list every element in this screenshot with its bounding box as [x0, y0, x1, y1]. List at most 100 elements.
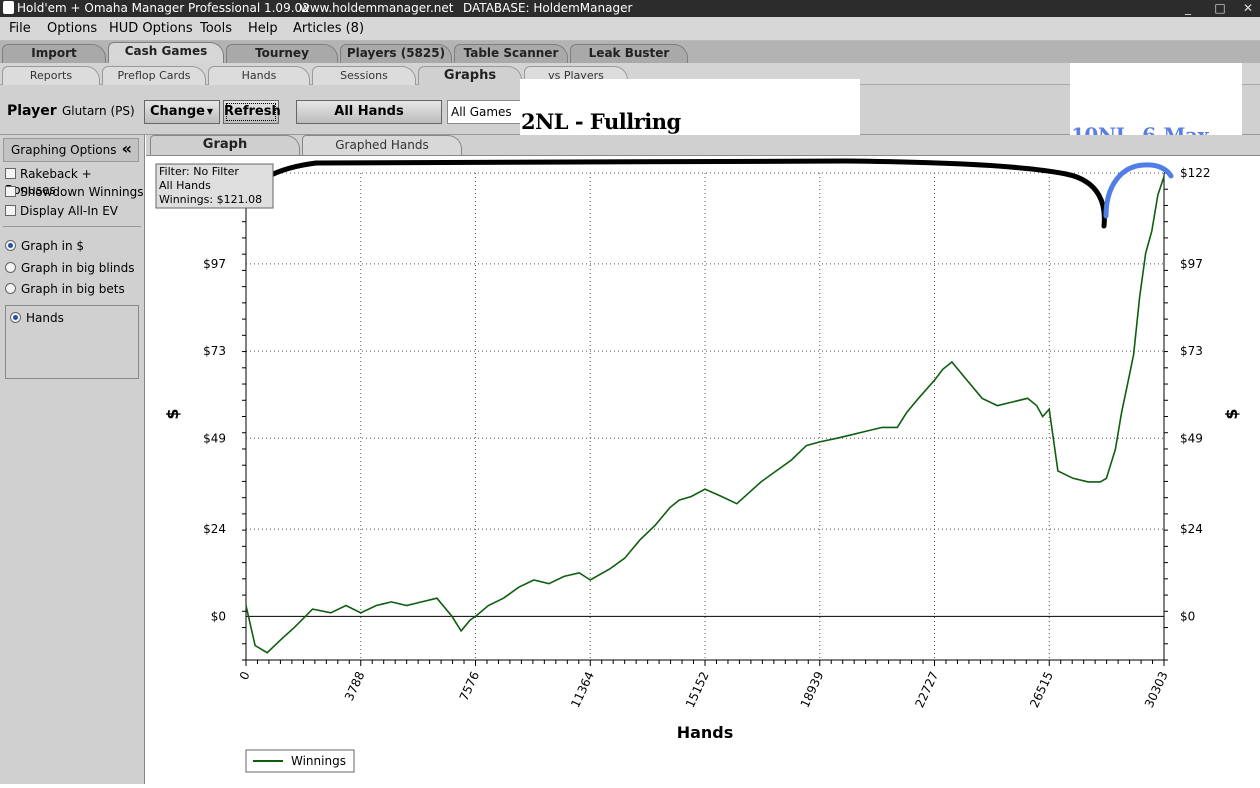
graph-tab-bar: Graph Graphed Hands [146, 135, 1260, 155]
showdown-winnings-label: Showdown Winnings [20, 185, 144, 199]
tab-players[interactable]: Players (5825) [340, 44, 452, 63]
radio-selected-icon [5, 240, 16, 251]
radio-selected-icon [10, 312, 21, 323]
chart-legend: Winnings [245, 749, 355, 773]
y-tick-label-right: $49 [1180, 431, 1203, 445]
x-tick-label: 3788 [342, 669, 368, 703]
all-in-ev-label: Display All-In EV [20, 204, 119, 218]
player-label: Player [7, 103, 57, 119]
graph-in-big-blinds-radio[interactable]: Graph in big blinds [5, 260, 135, 276]
x-tick-label: 15152 [683, 669, 712, 710]
tab-leak-buster[interactable]: Leak Buster [570, 44, 688, 63]
hands-label: Hands [26, 311, 64, 325]
tab-preflop-cards[interactable]: Preflop Cards [102, 66, 206, 85]
tab-import[interactable]: Import [2, 44, 106, 63]
change-label: Change [150, 104, 205, 119]
window-title: Hold'em + Omaha Manager Professional 1.0… [17, 1, 310, 15]
all-hands-button[interactable]: All Hands [296, 100, 442, 124]
filter-info-box: Filter: No Filter All Hands Winnings: $1… [155, 163, 274, 209]
refresh-button[interactable]: Refresh [223, 100, 281, 124]
graphing-options-panel: Graphing Options « Rakeback + Bonuses Sh… [0, 135, 145, 784]
graph-panel: 0 3788 7576 11364 15152 18939 22727 26515 30303 … [146, 155, 1260, 784]
y-tick-labels-right: $0 $24 $49 $73 $97 $122 [1180, 166, 1211, 623]
chart-grid [245, 172, 1165, 660]
checkbox-icon [5, 186, 16, 197]
y-tick-label-left: $73 [203, 344, 226, 358]
hands-radio[interactable]: Hands [10, 310, 64, 326]
graph-in-dollars-radio[interactable]: Graph in $ [5, 238, 84, 254]
divider [3, 226, 141, 227]
close-icon[interactable]: ✕ [1238, 0, 1258, 17]
graph-in-dollars-label: Graph in $ [21, 239, 85, 253]
menu-bar: File Options HUD Options Tools Help Arti… [0, 17, 1260, 41]
title-bar: Hold'em + Omaha Manager Professional 1.0… [0, 0, 1260, 17]
graph-in-big-bets-label: Graph in big bets [21, 282, 125, 296]
menu-tools[interactable]: Tools [200, 17, 232, 41]
x-axis-label: Hands [677, 723, 734, 742]
rakeback-checkbox[interactable]: Rakeback + Bonuses [5, 166, 144, 197]
annotation-2nl-label: 2NL - Fullring [521, 109, 681, 134]
checkbox-icon [5, 205, 16, 216]
y-tick-label-left: $49 [203, 431, 226, 445]
legend-label: Winnings [291, 754, 346, 768]
all-in-ev-checkbox[interactable]: Display All-In EV [5, 203, 118, 219]
collapse-icon[interactable]: « [122, 139, 132, 158]
y-tick-label-left: $24 [203, 522, 226, 536]
x-tick-label: 30303 [1142, 669, 1171, 710]
minimize-icon[interactable]: _ [1178, 0, 1198, 17]
filter-winnings-line: Winnings: $121.08 [159, 193, 262, 206]
tab-reports[interactable]: Reports [2, 66, 100, 85]
menu-options[interactable]: Options [47, 17, 97, 41]
tab-hands[interactable]: Hands [208, 66, 310, 85]
tab-tourney[interactable]: Tourney [226, 44, 338, 63]
graphing-options-header: Graphing Options « [3, 138, 139, 162]
website-url: www.holdemmanager.net [300, 1, 454, 15]
filter-hands-line: All Hands [159, 179, 211, 192]
app-icon [3, 1, 14, 14]
y-tick-label-right: $0 [1180, 609, 1195, 623]
y-tick-label-left: $0 [211, 609, 226, 623]
annotation-black-stroke [237, 158, 1107, 229]
x-tick-label: 7576 [457, 669, 483, 703]
tab-sessions[interactable]: Sessions [312, 66, 416, 85]
tab-table-scanner[interactable]: Table Scanner [454, 44, 568, 63]
radio-icon [5, 283, 16, 294]
y-tick-label-right: $73 [1180, 344, 1203, 358]
y-tick-label-right: $122 [1180, 166, 1211, 180]
x-tick-label: 18939 [798, 669, 827, 710]
chart-axes [242, 172, 1168, 666]
x-tick-labels: 0 3788 7576 11364 15152 18939 22727 26515 30303 [237, 669, 1171, 710]
checkbox-icon [5, 168, 16, 179]
change-player-button[interactable]: Change ▼ [144, 100, 220, 124]
menu-hud-options[interactable]: HUD Options [109, 17, 193, 41]
y-tick-label-right: $97 [1180, 257, 1203, 271]
menu-file[interactable]: File [9, 17, 31, 41]
x-tick-label: 0 [237, 669, 253, 682]
filter-line: Filter: No Filter [159, 165, 239, 178]
menu-articles[interactable]: Articles (8) [293, 17, 364, 41]
winnings-chart: 0 3788 7576 11364 15152 18939 22727 26515 30303 … [155, 158, 1241, 773]
x-tick-label: 26515 [1027, 669, 1056, 710]
y-axis-label-left: $ [163, 408, 182, 419]
x-axis-options-box: Hands [5, 305, 139, 379]
radio-icon [5, 262, 16, 273]
chevron-down-icon: ▼ [206, 107, 213, 116]
graph-in-big-blinds-label: Graph in big blinds [21, 261, 135, 275]
y-axis-label-right: $ [1222, 408, 1241, 419]
tab-cash-games[interactable]: Cash Games [108, 42, 224, 63]
player-name: Glutarn (PS) [62, 104, 135, 118]
x-tick-label: 11364 [568, 669, 597, 710]
database-label: DATABASE: HoldemManager [463, 1, 633, 15]
graphing-options-title: Graphing Options [11, 143, 117, 157]
y-tick-label-left: $97 [203, 257, 226, 271]
graph-in-big-bets-radio[interactable]: Graph in big bets [5, 281, 125, 297]
tab-graphed-hands[interactable]: Graphed Hands [302, 135, 462, 155]
maximize-icon[interactable]: □ [1210, 0, 1230, 17]
menu-help[interactable]: Help [248, 17, 278, 41]
tab-graphs[interactable]: Graphs [418, 66, 522, 85]
y-tick-labels-left: $0$24$49$73$97$122 [195, 166, 226, 623]
showdown-winnings-checkbox[interactable]: Showdown Winnings [5, 184, 144, 200]
tab-graph[interactable]: Graph [150, 135, 300, 155]
y-tick-label-right: $24 [1180, 522, 1203, 536]
game-filter-dropdown[interactable]: All Games [447, 100, 521, 124]
